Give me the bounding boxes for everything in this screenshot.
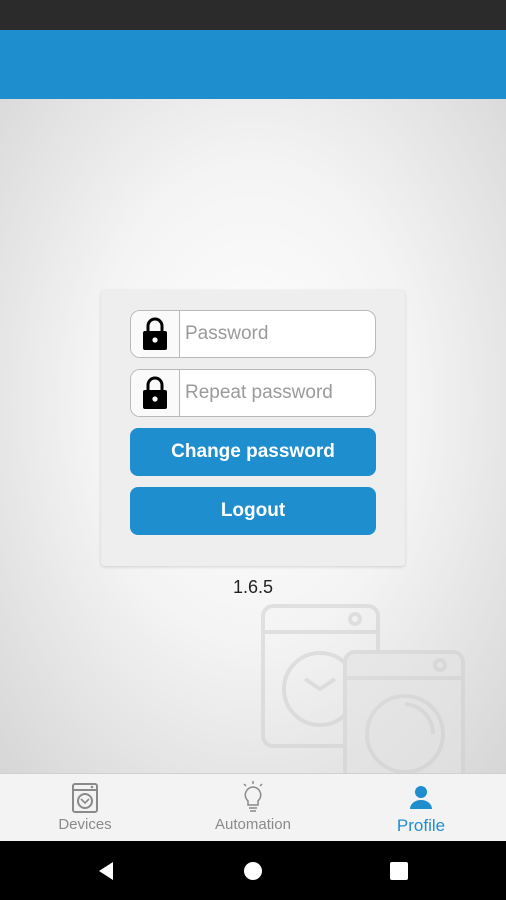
washing-machine-icon [71,782,99,814]
tab-profile[interactable]: Profile [337,774,505,841]
tab-label: Profile [396,816,446,835]
lock-icon [131,311,180,357]
android-nav-bar [0,841,506,900]
repeat-password-field [130,369,376,417]
app-bar [0,30,506,99]
repeat-password-input[interactable] [180,370,375,416]
status-bar [0,0,506,30]
account-card: Change password Logout [101,290,405,566]
password-field [130,310,376,358]
back-icon[interactable] [91,856,121,886]
lightbulb-icon [240,781,266,814]
password-input[interactable] [180,311,375,357]
bottom-tab-bar: Devices Automation Profile [0,773,506,841]
tab-label: Devices [58,816,112,833]
person-icon [408,782,434,814]
app-version: 1.6.5 [232,577,274,597]
home-icon[interactable] [238,856,268,886]
recents-icon[interactable] [384,856,414,886]
logout-button[interactable]: Logout [130,487,376,535]
tab-label: Automation [215,816,291,833]
lock-icon [131,370,180,416]
profile-content: Change password Logout 1.6.5 [0,99,506,773]
tab-automation[interactable]: Automation [169,774,337,841]
tab-devices[interactable]: Devices [1,774,169,841]
change-password-button[interactable]: Change password [130,428,376,476]
washing-machine-watermark-icon [261,604,465,773]
